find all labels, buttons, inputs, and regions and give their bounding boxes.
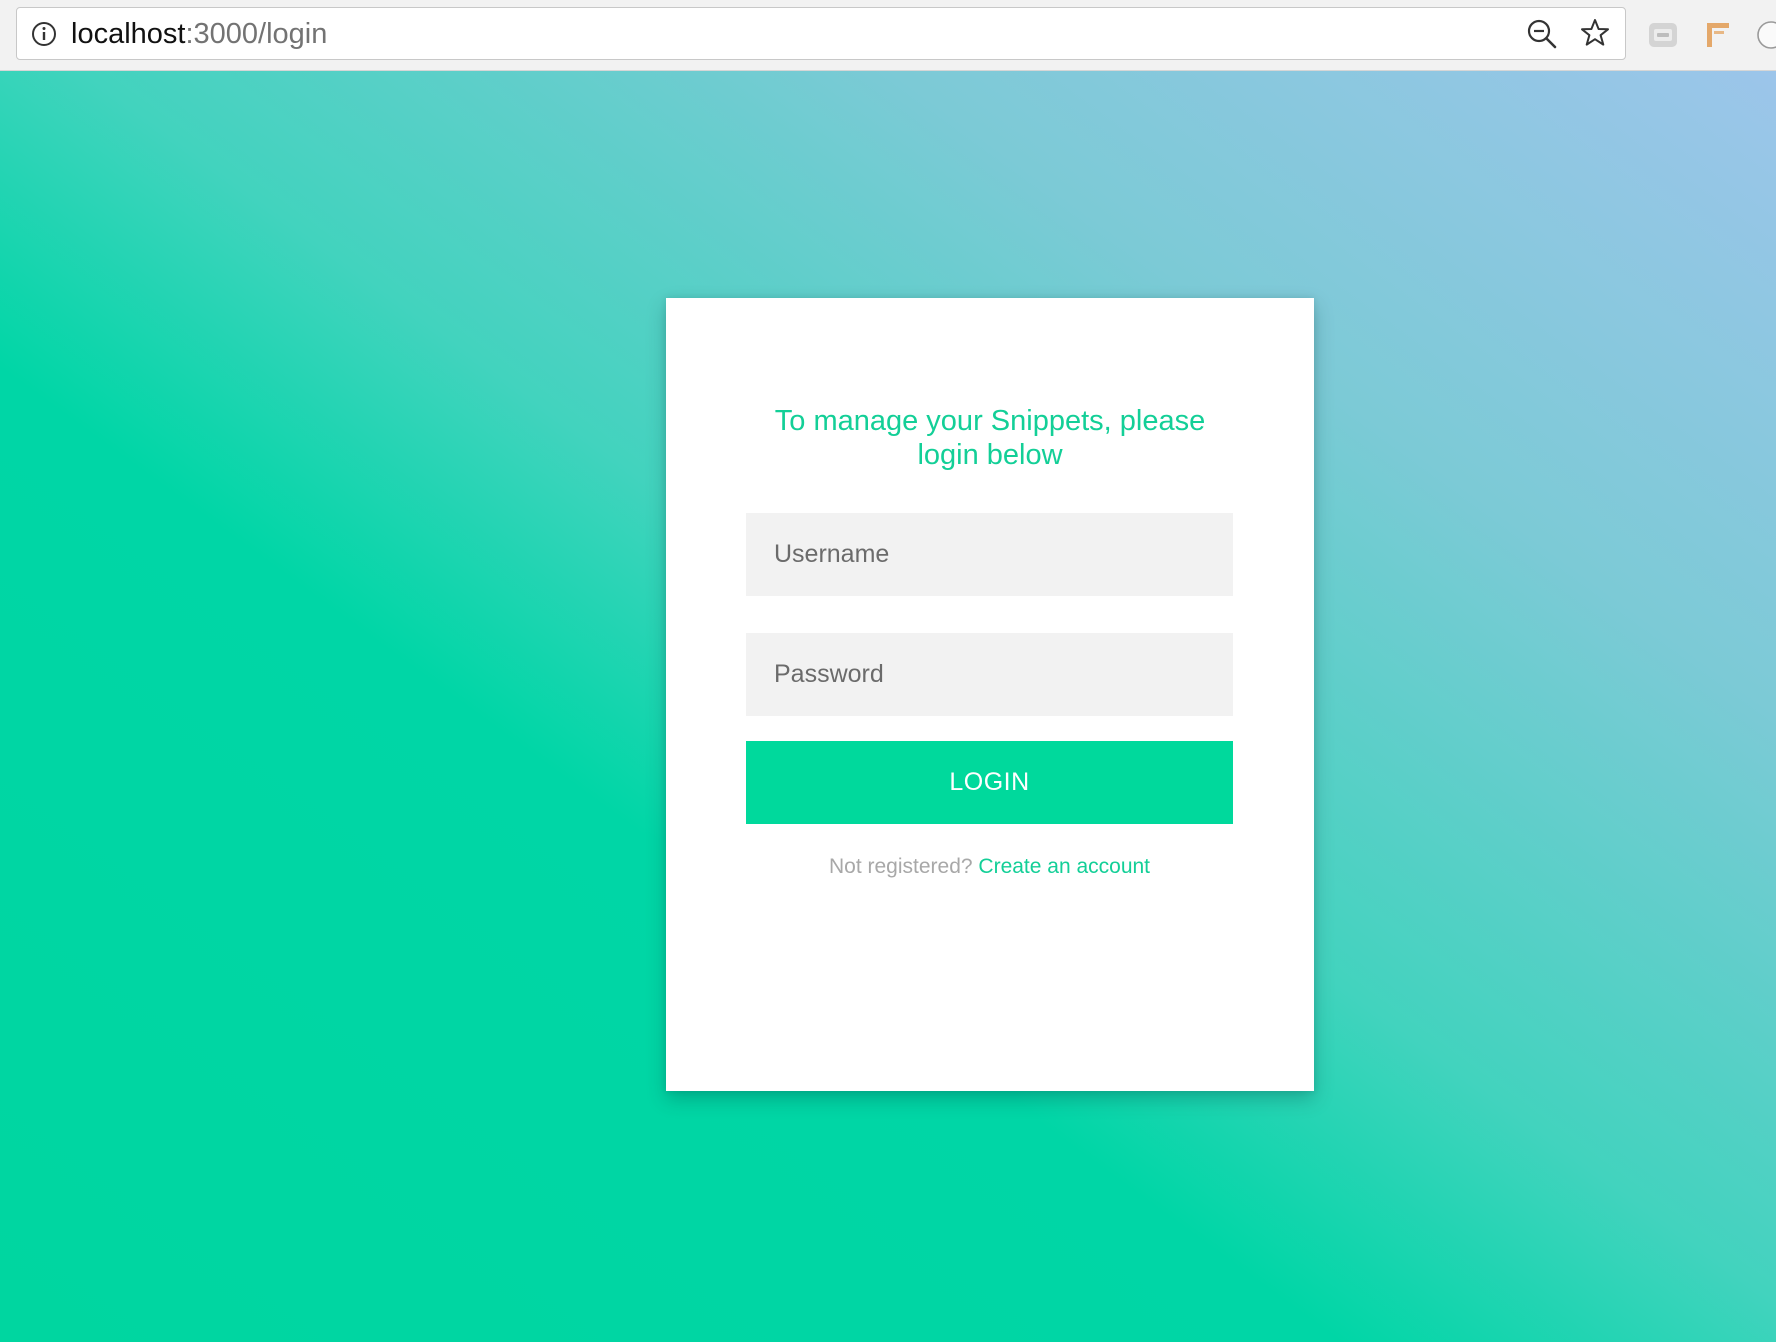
register-prompt: Not registered? — [828, 855, 973, 878]
extension-icon[interactable] — [1754, 18, 1776, 52]
username-input[interactable] — [746, 513, 1233, 596]
register-line: Not registered? Create an account — [746, 854, 1233, 880]
address-bar[interactable]: localhost:3000/login — [16, 7, 1626, 60]
bookmark-star-icon[interactable] — [1579, 17, 1611, 49]
login-heading: To manage your Snippets, please login be… — [774, 405, 1206, 471]
password-input[interactable] — [746, 633, 1233, 716]
url-path: :3000/login — [185, 18, 328, 50]
info-icon[interactable] — [31, 21, 57, 47]
login-button[interactable]: LOGIN — [746, 741, 1233, 824]
login-card: To manage your Snippets, please login be… — [666, 298, 1314, 1091]
page-background: To manage your Snippets, please login be… — [0, 71, 1776, 1342]
extension-icon[interactable] — [1700, 18, 1734, 52]
create-account-link[interactable]: Create an account — [978, 855, 1150, 878]
url-text[interactable]: localhost:3000/login — [71, 19, 327, 49]
zoom-out-icon[interactable] — [1526, 18, 1558, 50]
extension-icon[interactable] — [1646, 18, 1680, 52]
url-host: localhost — [71, 18, 186, 50]
browser-toolbar: localhost:3000/login — [0, 0, 1776, 71]
